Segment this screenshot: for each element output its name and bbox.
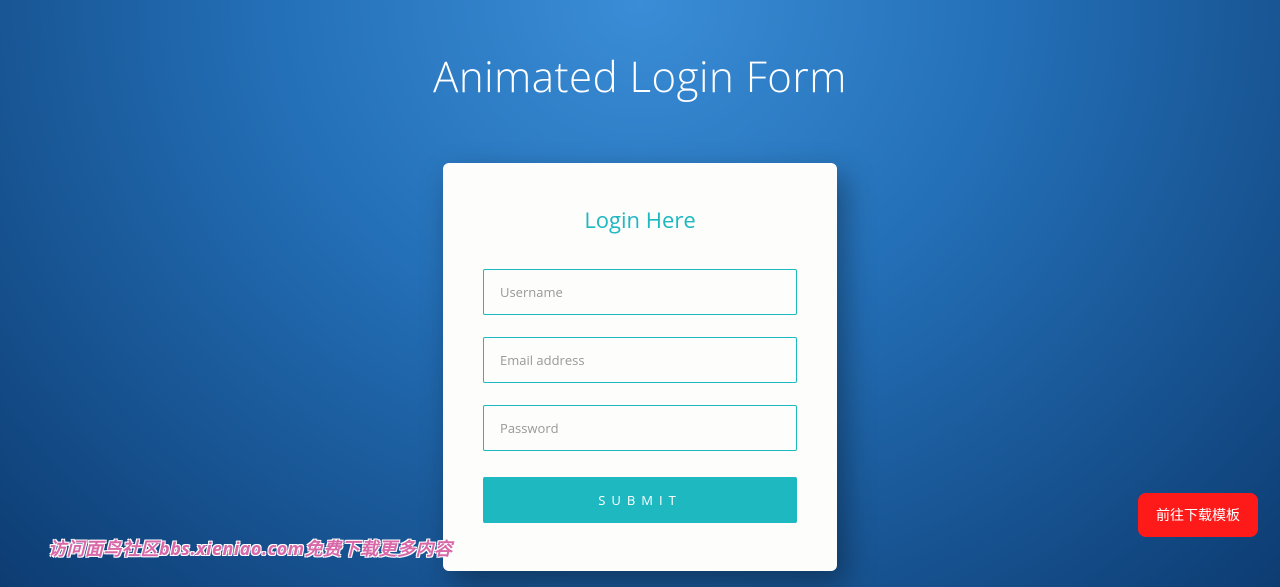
- submit-button[interactable]: SUBMIT: [483, 477, 797, 523]
- download-template-button[interactable]: 前往下载模板: [1138, 493, 1258, 537]
- username-input[interactable]: [483, 269, 797, 315]
- login-card: Login Here SUBMIT: [443, 163, 837, 571]
- card-title: Login Here: [483, 205, 797, 235]
- watermark-text: 访问面鸟社区bbs.xieniao.com免费下载更多内容: [48, 535, 453, 561]
- password-input[interactable]: [483, 405, 797, 451]
- page-title: Animated Login Form: [433, 48, 847, 105]
- email-input[interactable]: [483, 337, 797, 383]
